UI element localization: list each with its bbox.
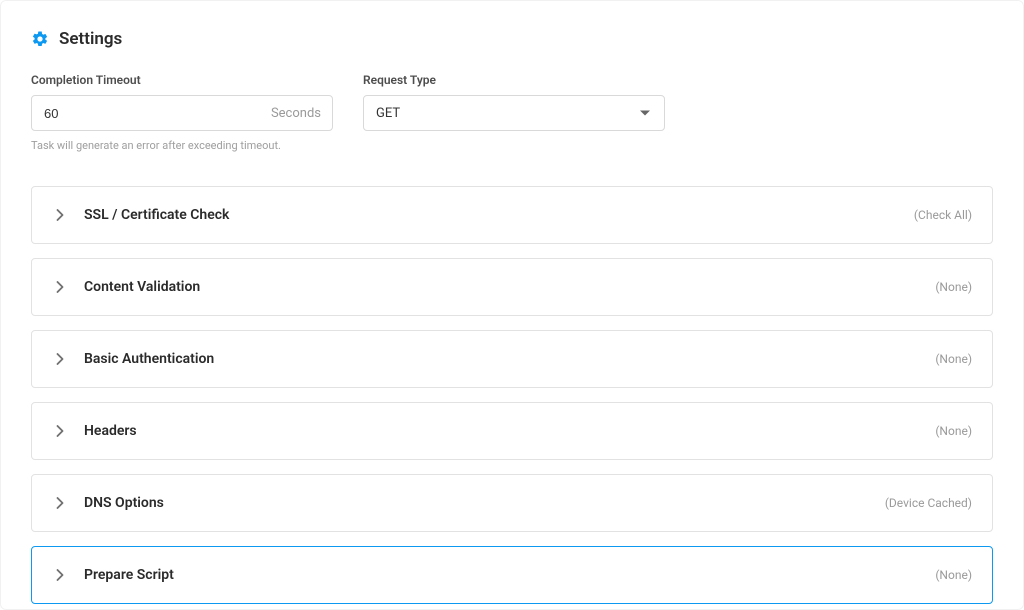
accordion-item-title: SSL / Certificate Check	[84, 207, 229, 223]
accordion-item-status: (None)	[935, 352, 972, 366]
completion-timeout-helper: Task will generate an error after exceed…	[31, 139, 333, 152]
accordion-item[interactable]: SSL / Certificate Check (Check All)	[31, 186, 993, 244]
accordion-item[interactable]: Content Validation (None)	[31, 258, 993, 316]
accordion-item-status: (Device Cached)	[885, 496, 972, 510]
completion-timeout-input-wrapper: Seconds	[31, 95, 333, 131]
request-type-label: Request Type	[363, 73, 665, 87]
accordion-item-title: Prepare Script	[84, 567, 174, 583]
chevron-right-icon	[54, 569, 66, 581]
settings-panel: Settings Completion Timeout Seconds Task…	[0, 0, 1024, 610]
accordion-item-left: SSL / Certificate Check	[54, 207, 229, 223]
accordion-item[interactable]: Headers (None)	[31, 402, 993, 460]
accordion-item-left: DNS Options	[54, 495, 164, 511]
accordion-item-title: Content Validation	[84, 279, 200, 295]
completion-timeout-label: Completion Timeout	[31, 73, 333, 87]
accordion-item-status: (None)	[935, 280, 972, 294]
accordion-item-left: Prepare Script	[54, 567, 174, 583]
accordion-item-status: (None)	[935, 424, 972, 438]
accordion-item-title: Headers	[84, 423, 137, 439]
chevron-right-icon	[54, 353, 66, 365]
gear-icon	[31, 30, 49, 48]
page-title: Settings	[59, 29, 122, 49]
completion-timeout-group: Completion Timeout Seconds Task will gen…	[31, 73, 333, 152]
request-type-value: GET	[376, 106, 400, 121]
accordion-item[interactable]: Prepare Script (None)	[31, 546, 993, 604]
chevron-right-icon	[54, 209, 66, 221]
chevron-right-icon	[54, 497, 66, 509]
accordion-item-left: Content Validation	[54, 279, 200, 295]
accordion-item-left: Basic Authentication	[54, 351, 214, 367]
request-type-group: Request Type GET	[363, 73, 665, 152]
accordion-item[interactable]: Basic Authentication (None)	[31, 330, 993, 388]
request-type-select[interactable]: GET	[363, 95, 665, 131]
fields-row: Completion Timeout Seconds Task will gen…	[31, 73, 993, 152]
accordion-item-title: DNS Options	[84, 495, 164, 511]
completion-timeout-input[interactable]	[31, 95, 333, 131]
caret-down-icon	[640, 111, 650, 116]
accordion-item-title: Basic Authentication	[84, 351, 214, 367]
accordion-item-status: (None)	[935, 568, 972, 582]
chevron-right-icon	[54, 425, 66, 437]
accordion-item[interactable]: DNS Options (Device Cached)	[31, 474, 993, 532]
accordion-list: SSL / Certificate Check (Check All) Conten…	[31, 186, 993, 604]
header-row: Settings	[31, 29, 993, 49]
accordion-item-left: Headers	[54, 423, 137, 439]
chevron-right-icon	[54, 281, 66, 293]
accordion-item-status: (Check All)	[914, 208, 972, 222]
